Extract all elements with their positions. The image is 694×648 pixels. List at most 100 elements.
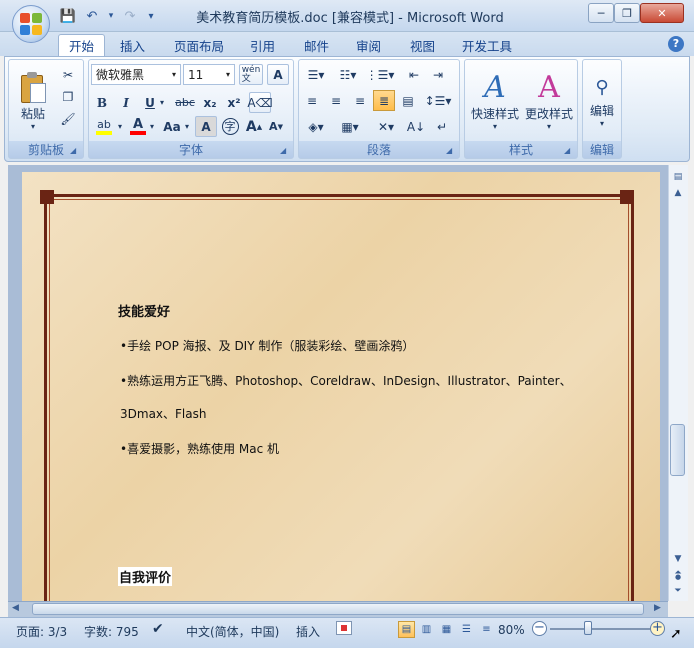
page-count[interactable]: 页面: 3/3 <box>16 623 67 640</box>
scroll-right-icon[interactable]: ▶ <box>654 603 661 613</box>
clipboard-launcher-icon[interactable]: ◢ <box>70 146 80 156</box>
print-layout-view-icon[interactable]: ▤ <box>398 621 415 638</box>
full-screen-reading-icon[interactable]: ▥ <box>418 621 435 638</box>
draft-view-icon[interactable]: ≡ <box>478 621 495 638</box>
bold-button[interactable]: B <box>91 92 113 113</box>
strikethrough-button[interactable]: abc <box>173 92 197 113</box>
quick-styles-button[interactable]: A 快速样式 ▾ <box>469 62 521 140</box>
restore-button[interactable]: ❐ <box>614 3 640 23</box>
change-case-button[interactable]: Aa <box>159 116 185 137</box>
distributed-icon[interactable]: ▤ <box>397 90 419 111</box>
change-styles-button[interactable]: A 更改样式 ▾ <box>523 62 575 140</box>
tab-references[interactable]: 引用 <box>240 34 285 56</box>
zoom-slider-track[interactable] <box>550 628 650 630</box>
zoom-slider-thumb[interactable] <box>584 621 592 635</box>
chinese-layout-icon[interactable]: ✕▾ <box>371 116 401 137</box>
chevron-down-icon[interactable]: ▾ <box>150 122 154 131</box>
character-border-icon[interactable]: A <box>267 64 289 85</box>
multilevel-list-icon[interactable]: ⋮☰▾ <box>365 64 395 85</box>
show-marks-icon[interactable]: ↵ <box>431 116 453 137</box>
customize-qat-icon[interactable]: ▾ <box>144 7 158 25</box>
line-spacing-icon[interactable]: ↕☰▾ <box>423 90 453 111</box>
character-shading-icon[interactable]: A <box>195 116 217 137</box>
tab-review[interactable]: 审阅 <box>346 34 391 56</box>
font-launcher-icon[interactable]: ◢ <box>280 146 290 156</box>
copy-icon[interactable]: ❐ <box>57 86 79 107</box>
font-color-icon: A <box>132 117 144 132</box>
undo-icon[interactable]: ↶ <box>82 7 102 25</box>
shrink-font-button[interactable]: A ▼ <box>265 116 287 137</box>
proofing-icon[interactable]: ✔ <box>152 621 164 637</box>
next-page-icon[interactable]: ⏷ <box>671 584 685 598</box>
paragraph-group-label: 段落 <box>299 141 459 158</box>
tab-view[interactable]: 视图 <box>400 34 445 56</box>
quick-access-toolbar: 💾 ↶ ▾ ↷ ▾ <box>58 6 158 26</box>
help-icon[interactable]: ? <box>668 36 684 52</box>
word-count[interactable]: 字数: 795 <box>84 623 139 640</box>
zoom-in-icon[interactable]: + <box>650 621 665 636</box>
paste-button[interactable]: 粘贴 ▾ <box>13 62 53 140</box>
borders-icon[interactable]: ▦▾ <box>335 116 365 137</box>
scroll-left-icon[interactable]: ◀ <box>12 603 19 613</box>
tab-developer[interactable]: 开发工具 <box>452 34 522 56</box>
tab-page-layout[interactable]: 页面布局 <box>164 34 234 56</box>
enclose-characters-icon[interactable]: 字 <box>219 116 241 137</box>
zoom-out-icon[interactable]: − <box>532 621 547 636</box>
align-left-icon[interactable]: ≡ <box>301 90 323 111</box>
format-painter-icon[interactable]: 🖌 <box>57 108 79 129</box>
shading-icon[interactable]: ◈▾ <box>301 116 331 137</box>
cut-icon[interactable]: ✂ <box>57 64 79 85</box>
web-layout-icon[interactable]: ▦ <box>438 621 455 638</box>
superscript-button[interactable]: x² <box>223 92 245 113</box>
highlight-color-button[interactable]: ab <box>91 116 117 137</box>
horizontal-scroll-thumb[interactable] <box>32 603 644 615</box>
vertical-scroll-thumb[interactable] <box>670 424 685 476</box>
scroll-up-icon[interactable]: ▲ <box>671 186 685 200</box>
ruler-toggle-icon[interactable]: ▤ <box>671 170 685 184</box>
redo-icon[interactable]: ↷ <box>120 7 140 25</box>
font-color-button[interactable]: A <box>127 116 149 137</box>
macro-record-icon[interactable] <box>336 621 352 635</box>
chevron-down-icon[interactable]: ▾ <box>185 122 189 131</box>
styles-launcher-icon[interactable]: ◢ <box>564 146 574 156</box>
outline-view-icon[interactable]: ☰ <box>458 621 475 638</box>
chevron-down-icon[interactable]: ▾ <box>118 122 122 131</box>
grow-font-button[interactable]: A ▲ <box>243 116 265 137</box>
change-styles-icon: A <box>538 70 560 105</box>
tab-insert[interactable]: 插入 <box>110 34 155 56</box>
editing-button[interactable]: ⚲ 编辑 ▾ <box>585 62 619 140</box>
language-indicator[interactable]: 中文(简体，中国) <box>186 623 279 640</box>
subscript-button[interactable]: x₂ <box>199 92 221 113</box>
select-browse-object-icon[interactable]: ● <box>671 570 685 584</box>
justify-icon[interactable]: ≣ <box>373 90 395 111</box>
underline-button[interactable]: U <box>139 92 161 113</box>
scroll-down-icon[interactable]: ▼ <box>671 552 685 566</box>
tab-home[interactable]: 开始 <box>58 34 106 56</box>
quick-styles-icon: A <box>484 70 506 105</box>
tab-mailings[interactable]: 邮件 <box>294 34 339 56</box>
increase-indent-icon[interactable]: ⇥ <box>427 64 449 85</box>
clear-formatting-icon[interactable]: A⌫ <box>247 92 273 113</box>
shrink-font-icon: A <box>269 120 278 133</box>
vertical-scrollbar[interactable] <box>668 165 688 601</box>
paragraph-launcher-icon[interactable]: ◢ <box>446 146 456 156</box>
font-size-combo[interactable]: 11 ▾ <box>183 64 235 85</box>
align-center-icon[interactable]: ≡ <box>325 90 347 111</box>
sort-icon[interactable]: A↓ <box>405 116 427 137</box>
close-button[interactable]: ✕ <box>640 3 684 23</box>
save-icon[interactable]: 💾 <box>58 7 78 25</box>
chevron-down-icon: ▾ <box>171 70 176 79</box>
phonetic-guide-icon[interactable]: wén 文 <box>239 64 263 85</box>
align-right-icon[interactable]: ≡ <box>349 90 371 111</box>
insert-mode[interactable]: 插入 <box>296 623 320 640</box>
bullets-icon[interactable]: ☰▾ <box>301 64 331 85</box>
numbering-icon[interactable]: ☷▾ <box>333 64 363 85</box>
zoom-level[interactable]: 80% <box>498 623 525 637</box>
undo-dropdown-icon[interactable]: ▾ <box>106 7 116 25</box>
decrease-indent-icon[interactable]: ⇤ <box>403 64 425 85</box>
office-button[interactable] <box>12 5 50 43</box>
font-name-combo[interactable]: 微软雅黑 ▾ <box>91 64 181 85</box>
italic-button[interactable]: I <box>115 92 137 113</box>
minimize-button[interactable]: ─ <box>588 3 614 23</box>
underline-dropdown-icon[interactable]: ▾ <box>160 98 164 107</box>
